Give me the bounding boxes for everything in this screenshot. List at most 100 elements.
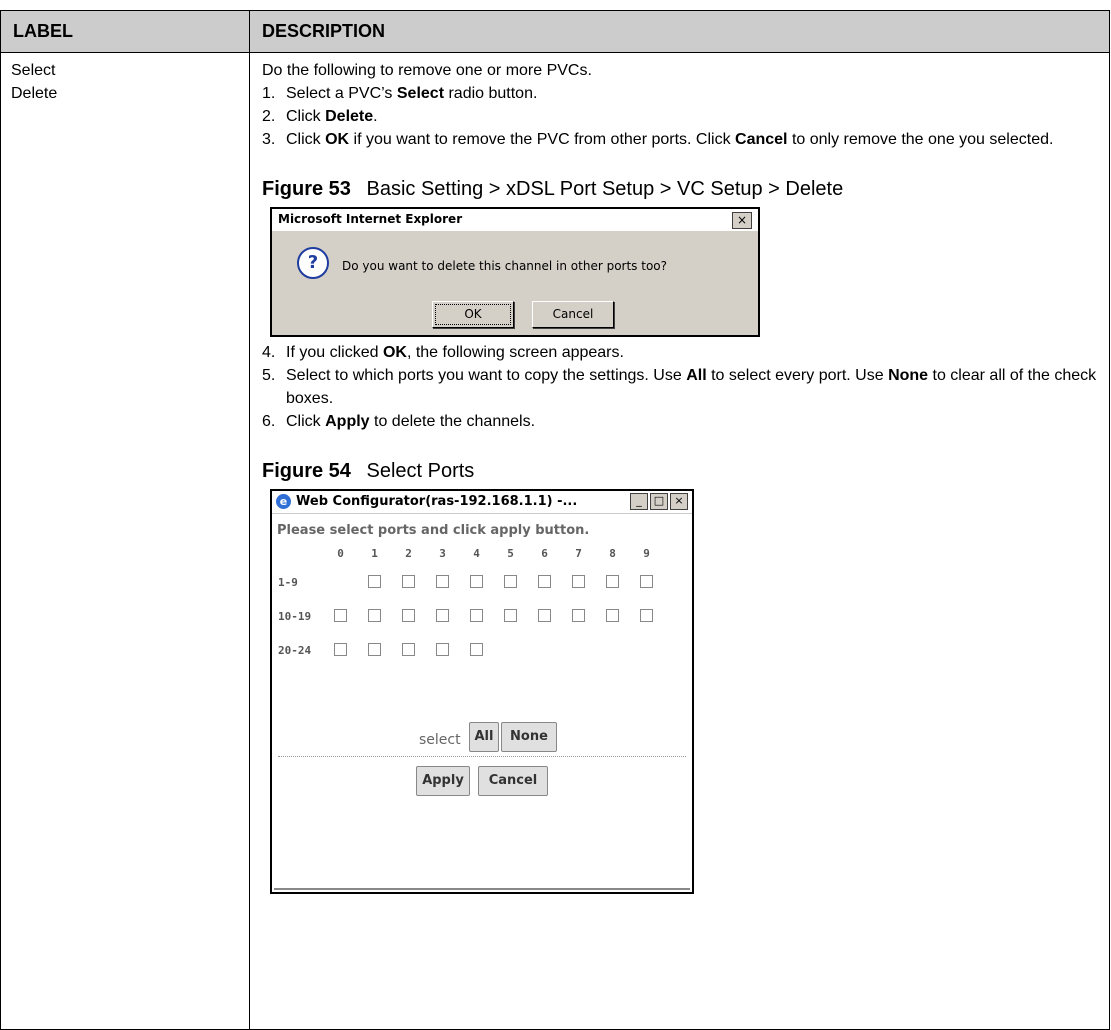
figure-53-number: Figure 53 [262,178,351,200]
port-column-header: 5 [507,547,514,560]
step-fragment: if you want to remove the PVC from other… [349,131,736,148]
figure-53-title: Basic Setting > xDSL Port Setup > VC Set… [366,178,844,200]
instruction-text: Please select ports and click apply butt… [277,523,590,538]
port-checkbox[interactable] [334,643,347,656]
port-column-header: 4 [473,547,480,560]
steps-list-a: 1. Select a PVC’s Select radio button. 2. C… [262,82,1109,151]
question-icon: ? [297,247,329,279]
label-description-table: LABEL DESCRIPTION Select Delete Do the f… [0,10,1110,1030]
port-column-header: 7 [575,547,582,560]
confirm-dialog: Microsoft Internet Explorer × ? Do you w… [270,207,760,337]
table-row: Select Delete Do the following to remove… [0,52,1110,1030]
step-emphasis: OK [382,344,407,361]
step-fragment: Select a PVC’s [286,85,397,102]
port-checkbox[interactable] [470,609,483,622]
window-titlebar: e Web Configurator(ras-192.168.1.1) -...… [272,491,692,514]
port-checkbox[interactable] [640,609,653,622]
minimize-icon[interactable]: _ [630,493,648,510]
port-checkbox[interactable] [572,575,585,588]
port-row: 20-24 [272,641,692,661]
port-row: 10-19 [272,607,692,627]
apply-button[interactable]: Apply [416,766,470,796]
cancel-button[interactable]: Cancel [478,766,548,796]
label-select: Select [11,62,56,79]
port-checkbox[interactable] [640,575,653,588]
step-fragment: to select every port. Use [706,367,889,384]
port-column-header: 9 [643,547,650,560]
port-checkbox[interactable] [368,609,381,622]
close-icon[interactable]: × [732,212,752,229]
list-item: 4. If you clicked OK, the following scree… [262,341,1109,364]
label-delete: Delete [11,85,58,102]
port-checkbox[interactable] [402,643,415,656]
list-item: 5. Select to which ports you want to copy… [262,364,1109,410]
ie-icon: e [276,494,291,509]
port-checkbox[interactable] [368,643,381,656]
port-checkbox[interactable] [436,643,449,656]
port-checkbox[interactable] [402,609,415,622]
port-column-header: 6 [541,547,548,560]
port-checkbox[interactable] [436,575,449,588]
step-fragment: to delete the channels. [369,413,536,430]
intro-text: Do the following to remove one or more P… [262,62,592,79]
port-checkbox[interactable] [470,575,483,588]
close-icon[interactable]: × [670,493,688,510]
port-column-header: 3 [439,547,446,560]
step-fragment: to only remove the one you selected. [787,131,1054,148]
port-checkbox[interactable] [368,575,381,588]
step-emphasis: Cancel [735,131,788,148]
list-item: 1. Select a PVC’s Select radio button. [262,82,1109,105]
step-fragment: Click [286,131,326,148]
select-row: select All None [272,722,692,752]
step-fragment: Click [286,108,326,125]
none-button[interactable]: None [501,722,557,752]
dialog-title: Microsoft Internet Explorer [278,212,463,226]
figure-54-number: Figure 54 [262,460,351,482]
description-cell: Do the following to remove one or more P… [249,52,1110,1030]
select-ports-window: e Web Configurator(ras-192.168.1.1) -...… [270,489,694,894]
dialog-titlebar: Microsoft Internet Explorer × [272,209,758,231]
list-item: 3. Click OK if you want to remove the PVC… [262,128,1109,151]
window-bottom-edge [274,888,690,890]
port-row-label: 20-24 [278,644,312,657]
step-number: 4. [262,344,276,361]
step-fragment: Click [286,413,326,430]
port-checkbox[interactable] [436,609,449,622]
list-item: 2. Click Delete. [262,105,1109,128]
step-text: Select to which ports you want to copy t… [286,364,1109,410]
step-text: Click Apply to delete the channels. [286,410,1109,433]
header-description: DESCRIPTION [249,10,1110,53]
step-number: 1. [262,85,276,102]
step-fragment: radio button. [444,85,538,102]
port-row-label: 10-19 [278,610,312,623]
all-button[interactable]: All [469,722,499,752]
cancel-button[interactable]: Cancel [532,301,614,328]
list-item: 6. Click Apply to delete the channels. [262,410,1109,433]
port-row-label: 1-9 [278,576,298,589]
dialog-message: Do you want to delete this channel in ot… [342,259,668,273]
header-label: LABEL [0,10,250,53]
port-column-header: 8 [609,547,616,560]
port-checkbox[interactable] [606,575,619,588]
step-emphasis: Select [396,85,445,102]
step-text: Click Delete. [286,105,1109,128]
port-checkbox[interactable] [504,575,517,588]
select-label: select [419,732,461,748]
port-checkbox[interactable] [470,643,483,656]
port-checkbox[interactable] [572,609,585,622]
step-text: Select a PVC’s Select radio button. [286,82,1109,105]
port-row: 1-9 [272,573,692,593]
port-checkbox[interactable] [402,575,415,588]
port-checkbox[interactable] [334,609,347,622]
port-checkbox[interactable] [606,609,619,622]
maximize-icon[interactable]: □ [650,493,668,510]
port-checkbox[interactable] [504,609,517,622]
step-number: 3. [262,131,276,148]
port-checkbox[interactable] [538,575,551,588]
port-column-header: 1 [371,547,378,560]
label-cell: Select Delete [0,52,250,1030]
port-checkbox[interactable] [538,609,551,622]
step-text: Click OK if you want to remove the PVC f… [286,128,1109,151]
port-column-header: 0 [337,547,344,560]
ok-button[interactable]: OK [432,301,514,328]
